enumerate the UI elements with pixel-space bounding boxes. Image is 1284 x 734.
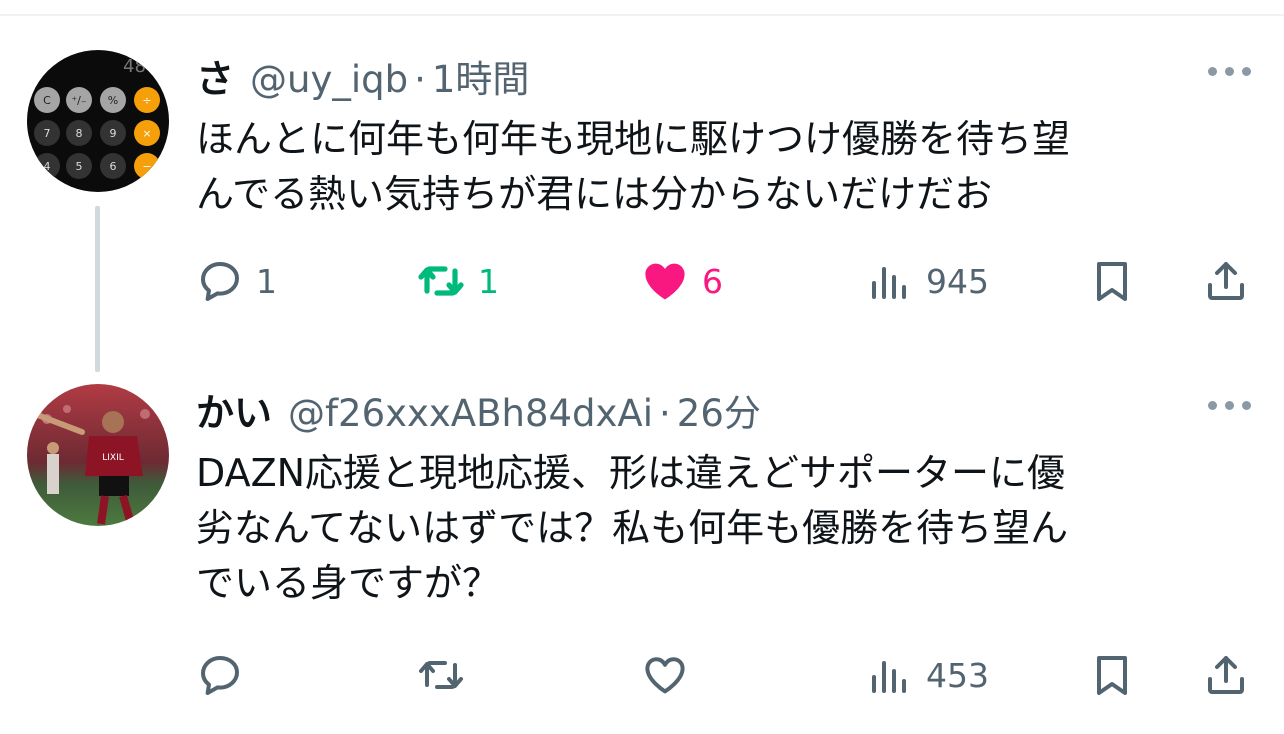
separator-dot: · <box>414 58 426 101</box>
display-name[interactable]: さ <box>196 48 234 103</box>
reply-icon <box>201 656 239 695</box>
like-count: 6 <box>702 261 723 301</box>
bookmark-button[interactable] <box>1088 650 1136 700</box>
tweet-text-line: DAZN応援と現地応援、形は違えどサポーターに優 <box>196 451 1066 495</box>
retweet-button[interactable] <box>416 650 478 700</box>
user-handle[interactable]: @uy_iqb <box>250 58 408 101</box>
tweet-header: かい @f26xxxABh84dxAi · 26分 <box>196 382 761 435</box>
views-button[interactable]: 945 <box>866 256 989 306</box>
tweet-text: DAZN応援と現地応援、形は違えどサポーターに優 劣なんてないはずでは？私も何年… <box>196 446 1246 611</box>
timestamp[interactable]: 1時間 <box>432 49 530 103</box>
calculator-avatar-image: 48 C ⁺∕₋ % ÷ 7 8 9 × 4 5 6 − <box>27 50 169 192</box>
retweet-button[interactable]: 1 <box>416 256 499 306</box>
like-icon <box>645 263 685 300</box>
display-name[interactable]: かい <box>196 382 272 437</box>
like-button[interactable]: 6 <box>640 256 723 306</box>
bookmark-icon <box>1097 656 1127 695</box>
tweet-text: ほんとに何年も何年も現地に駆けつけ優勝を待ち望 んでる熱い気持ちが君には分からな… <box>196 112 1246 222</box>
retweet-count: 1 <box>478 261 499 301</box>
svg-text:⁺∕₋: ⁺∕₋ <box>71 94 87 107</box>
svg-text:5: 5 <box>76 160 83 173</box>
share-icon <box>1208 262 1244 300</box>
reply-count: 1 <box>256 261 277 301</box>
reply-button[interactable] <box>196 650 256 700</box>
separator-dot: · <box>659 392 671 435</box>
svg-text:48: 48 <box>123 56 146 77</box>
tweet-text-line: でいる身ですが？ <box>196 561 501 605</box>
avatar-soccer-player[interactable]: LIXIL <box>27 384 169 526</box>
soccer-player-avatar-image: LIXIL <box>27 384 169 526</box>
svg-text:6: 6 <box>110 160 117 173</box>
view-count: 945 <box>926 261 989 301</box>
more-icon[interactable] <box>1208 401 1251 410</box>
action-bar: 1 1 6 945 <box>0 256 1284 306</box>
svg-text:LIXIL: LIXIL <box>102 453 124 463</box>
share-button[interactable] <box>1202 650 1250 700</box>
svg-text:7: 7 <box>44 127 51 140</box>
svg-text:C: C <box>43 94 51 107</box>
svg-text:×: × <box>142 127 151 140</box>
reply-icon <box>201 262 239 301</box>
view-count: 453 <box>926 655 989 695</box>
top-divider <box>0 14 1284 16</box>
tweet-text-line: 劣なんてないはずでは？私も何年も優勝を待ち望ん <box>196 506 1069 550</box>
reply-button[interactable]: 1 <box>196 256 277 306</box>
like-icon <box>645 657 685 694</box>
action-bar: 453 <box>0 650 1284 700</box>
tweet-header: さ @uy_iqb · 1時間 <box>196 48 529 101</box>
svg-text:8: 8 <box>76 127 83 140</box>
tweet-text-line: んでる熱い気持ちが君には分からないだけだお <box>196 172 993 216</box>
svg-text:9: 9 <box>110 127 117 140</box>
views-icon <box>872 267 906 299</box>
svg-text:÷: ÷ <box>142 94 151 107</box>
svg-text:−: − <box>142 160 151 173</box>
user-handle[interactable]: @f26xxxABh84dxAi <box>288 392 653 435</box>
more-icon[interactable] <box>1208 67 1251 76</box>
svg-text:%: % <box>108 94 118 107</box>
retweet-icon <box>418 266 464 296</box>
tweet-text-line: ほんとに何年も何年も現地に駆けつけ優勝を待ち望 <box>196 117 1071 161</box>
share-icon <box>1208 656 1244 694</box>
share-button[interactable] <box>1202 256 1250 306</box>
svg-text:4: 4 <box>44 160 51 173</box>
views-button[interactable]: 453 <box>866 650 989 700</box>
bookmark-button[interactable] <box>1088 256 1136 306</box>
timestamp[interactable]: 26分 <box>677 383 761 437</box>
like-button[interactable] <box>640 650 702 700</box>
views-icon <box>872 661 906 693</box>
bookmark-icon <box>1097 262 1127 301</box>
avatar-calculator[interactable]: 48 C ⁺∕₋ % ÷ 7 8 9 × 4 5 6 − <box>27 50 169 192</box>
retweet-icon <box>419 661 463 689</box>
